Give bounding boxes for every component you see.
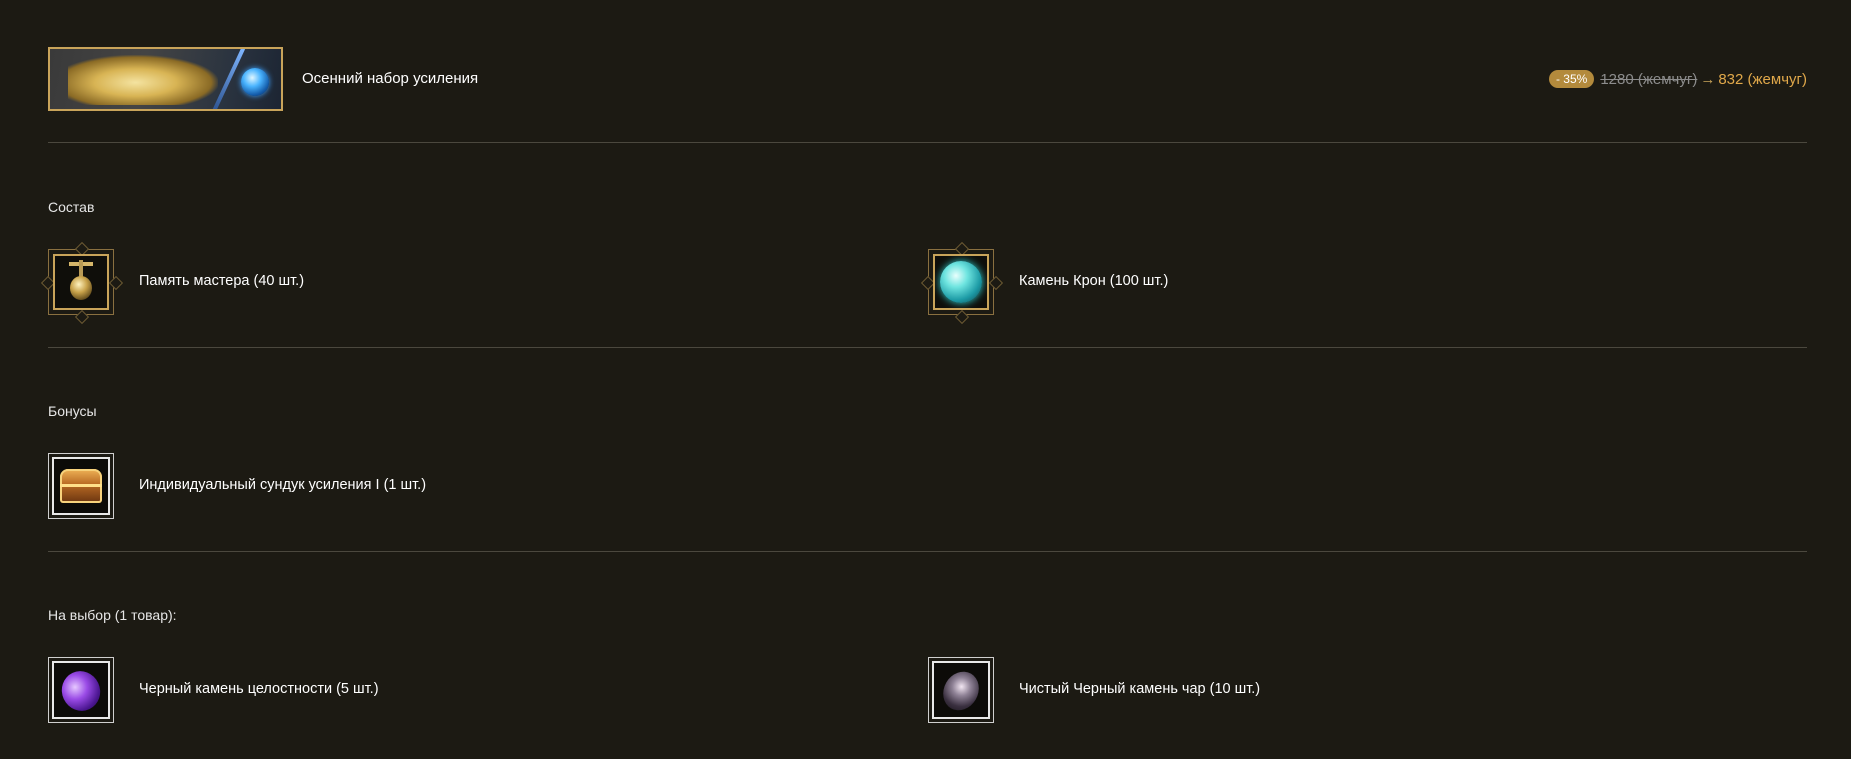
composition-title: Состав [48, 199, 95, 215]
new-price: 832 (жемчуг) [1718, 71, 1807, 88]
item-frame [40, 241, 124, 325]
old-price: 1280 (жемчуг) [1600, 71, 1698, 88]
cron-stone-orb [940, 261, 982, 303]
gold-accessory-icon [68, 55, 218, 105]
pure-black-stone-icon [932, 661, 990, 719]
item-label: Индивидуальный сундук усиления I (1 шт.) [139, 477, 427, 493]
frame-ornament [108, 275, 124, 291]
divider [48, 142, 1807, 143]
purple-stone [55, 664, 107, 717]
product-title: Осенний набор усиления [302, 70, 479, 87]
memory-orb [70, 276, 92, 300]
black-stone [936, 665, 986, 717]
list-item-black-stone-integrity[interactable]: Черный камень целостности (5 шт.) [48, 657, 848, 723]
cron-stone-icon [933, 254, 989, 310]
item-label: Черный камень целостности (5 шт.) [139, 681, 379, 697]
discount-badge: - 35% [1548, 70, 1595, 88]
product-header: Осенний набор усиления - 35% 1280 (жемчуг… [48, 47, 1807, 111]
price-arrow: → [1700, 71, 1716, 88]
divider [48, 347, 1807, 348]
item-label: Камень Крон (100 шт.) [1019, 273, 1169, 289]
product-page: Осенний набор усиления - 35% 1280 (жемчуг… [0, 0, 1851, 759]
item-label: Чистый Черный камень чар (10 шт.) [1019, 681, 1261, 697]
item-frame [48, 657, 114, 723]
set-banner-image [48, 47, 283, 111]
frame-ornament [74, 309, 90, 325]
bonuses-title: Бонусы [48, 403, 97, 419]
black-stone-integrity-icon [52, 661, 110, 719]
item-frame [928, 657, 994, 723]
choice-title: На выбор (1 товар): [48, 607, 177, 623]
list-item-master-memory[interactable]: Память мастера (40 шт.) [40, 241, 848, 325]
master-memory-icon [53, 254, 109, 310]
item-label: Память мастера (40 шт.) [139, 273, 305, 289]
list-item-cron-stone[interactable]: Камень Крон (100 шт.) [920, 241, 1728, 325]
enhancement-chest-icon [52, 457, 110, 515]
blue-orb-icon [241, 68, 269, 96]
divider [48, 551, 1807, 552]
frame-ornament [954, 309, 970, 325]
item-frame [920, 241, 1004, 325]
chest-band [60, 484, 102, 487]
list-item-enhancement-chest[interactable]: Индивидуальный сундук усиления I (1 шт.) [48, 453, 848, 519]
price-block: - 35% 1280 (жемчуг) → 832 (жемчуг) [1548, 70, 1807, 88]
list-item-pure-black-stone[interactable]: Чистый Черный камень чар (10 шт.) [928, 657, 1728, 723]
item-frame [48, 453, 114, 519]
frame-ornament [988, 275, 1004, 291]
